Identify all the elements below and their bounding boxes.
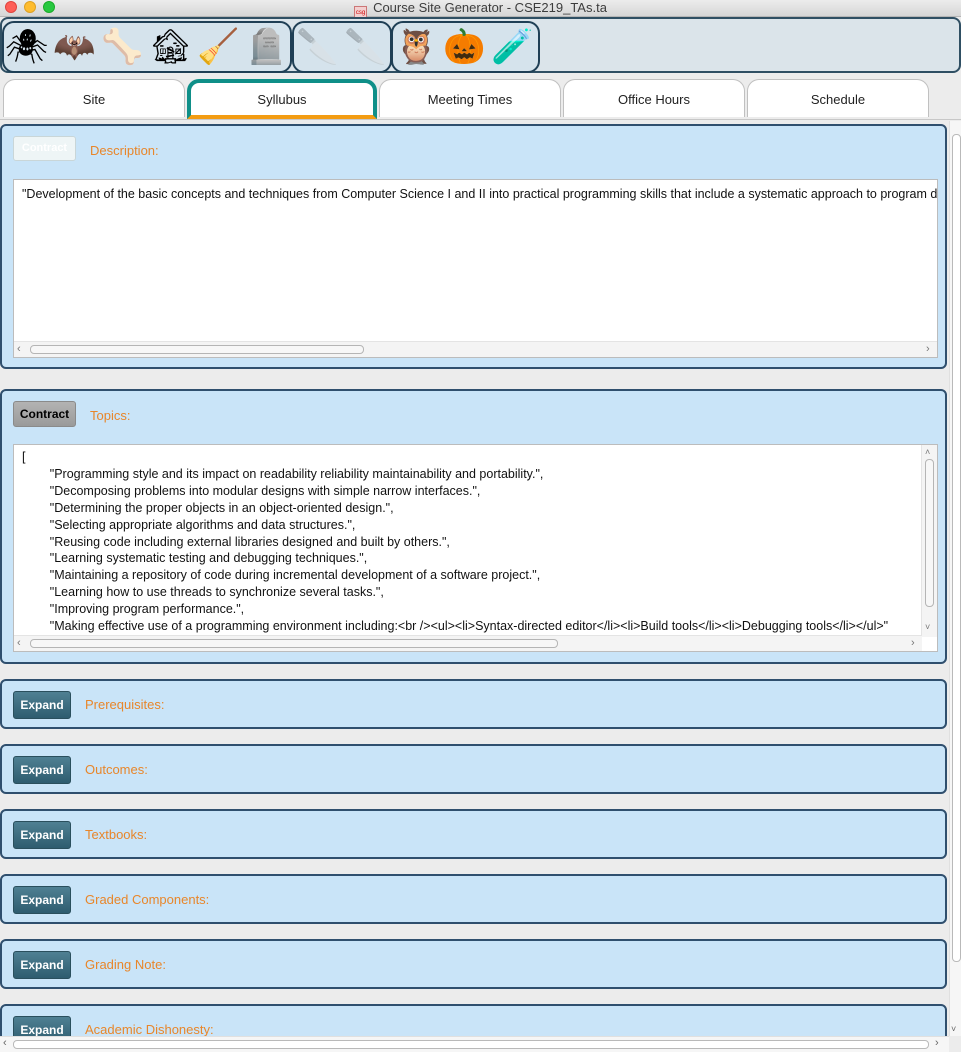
page-hscrollbar[interactable]: ‹ › xyxy=(0,1036,949,1052)
description-label: Description: xyxy=(90,143,159,158)
academic-dishonesty-expand-button[interactable]: Expand xyxy=(13,1016,71,1036)
topics-label: Topics: xyxy=(90,408,131,423)
grading-note-label: Grading Note: xyxy=(85,957,166,972)
page-hscroll-thumb[interactable] xyxy=(13,1040,929,1049)
description-textarea[interactable]: "Development of the basic concepts and t… xyxy=(13,179,938,358)
page-vscroll-thumb[interactable] xyxy=(952,134,961,962)
topics-text: [ "Programming style and its impact on r… xyxy=(22,450,889,634)
bat-icon[interactable]: 🦇 xyxy=(51,23,98,71)
grading-note-expand-button[interactable]: Expand xyxy=(13,951,71,979)
textbooks-section: Expand Textbooks: xyxy=(0,809,947,859)
scroll-down-icon[interactable]: ˅ xyxy=(951,1024,956,1034)
tab-site[interactable]: Site xyxy=(3,79,185,117)
tab-meeting-times[interactable]: Meeting Times xyxy=(379,79,561,117)
scroll-right-icon[interactable]: › xyxy=(911,636,915,650)
graded-components-expand-button[interactable]: Expand xyxy=(13,886,71,914)
toolbar-group-file: 🕷 🦇 🦴 🏚 🧹 🪦 xyxy=(2,21,292,73)
topics-textarea[interactable]: [ "Programming style and its impact on r… xyxy=(13,444,938,652)
cleaver-icon[interactable]: 🔪 xyxy=(342,23,389,71)
page-vscrollbar[interactable]: ˅ xyxy=(949,121,961,1036)
outcomes-section: Expand Outcomes: xyxy=(0,744,947,794)
topics-contract-button[interactable]: Contract xyxy=(13,401,76,427)
bones-icon[interactable]: 🦴 xyxy=(99,23,146,71)
window-titlebar: csg Course Site Generator - CSE219_TAs.ta xyxy=(0,0,961,20)
textbooks-expand-button[interactable]: Expand xyxy=(13,821,71,849)
tab-bar: Site Syllubus Meeting Times Office Hours… xyxy=(0,76,961,120)
topics-vscroll-thumb[interactable] xyxy=(925,459,934,607)
haunted-house-icon[interactable]: 🏚 xyxy=(147,23,194,71)
graded-components-label: Graded Components: xyxy=(85,892,210,907)
owl-icon[interactable]: 🦉 xyxy=(393,23,440,71)
toolbar: 🕷 🦇 🦴 🏚 🧹 🪦 🔪 🔪 🦉 🎃 🧪 xyxy=(0,17,961,73)
description-contract-button[interactable]: Contract xyxy=(13,136,76,161)
description-hscroll-thumb[interactable] xyxy=(30,345,364,354)
scroll-up-icon[interactable]: ˄ xyxy=(925,447,930,457)
scroll-left-icon[interactable]: ‹ xyxy=(17,342,21,356)
scroll-down-icon[interactable]: ˅ xyxy=(925,622,930,632)
academic-dishonesty-label: Academic Dishonesty: xyxy=(85,1022,214,1036)
tab-syllabus[interactable]: Syllubus xyxy=(187,79,377,119)
scroll-right-icon[interactable]: › xyxy=(935,1037,939,1049)
topics-hscroll-thumb[interactable] xyxy=(30,639,558,648)
grading-note-section: Expand Grading Note: xyxy=(0,939,947,989)
cleaver-icon[interactable]: 🔪 xyxy=(294,23,341,71)
topics-vscrollbar[interactable]: ˄ ˅ xyxy=(921,445,937,637)
academic-dishonesty-section: Expand Academic Dishonesty: xyxy=(0,1004,947,1036)
description-text: "Development of the basic concepts and t… xyxy=(22,187,938,201)
prerequisites-section: Expand Prerequisites: xyxy=(0,679,947,729)
broom-icon[interactable]: 🧹 xyxy=(195,23,242,71)
description-hscrollbar[interactable]: ‹ › xyxy=(14,341,937,357)
syllabus-content: Contract Description: "Development of th… xyxy=(0,121,947,1036)
outcomes-label: Outcomes: xyxy=(85,762,148,777)
scroll-right-icon[interactable]: › xyxy=(926,342,930,356)
description-section: Contract Description: "Development of th… xyxy=(0,124,947,369)
prerequisites-label: Prerequisites: xyxy=(85,697,165,712)
scroll-left-icon[interactable]: ‹ xyxy=(3,1037,7,1049)
tab-schedule[interactable]: Schedule xyxy=(747,79,929,117)
pumpkin-icon[interactable]: 🎃 xyxy=(441,23,488,71)
window-title: Course Site Generator - CSE219_TAs.ta xyxy=(373,0,607,15)
tab-office-hours[interactable]: Office Hours xyxy=(563,79,745,117)
toolbar-group-edit: 🔪 🔪 xyxy=(292,21,392,73)
prerequisites-expand-button[interactable]: Expand xyxy=(13,691,71,719)
outcomes-expand-button[interactable]: Expand xyxy=(13,756,71,784)
toolbar-group-help: 🦉 🎃 🧪 xyxy=(391,21,540,73)
scroll-left-icon[interactable]: ‹ xyxy=(17,636,21,650)
topics-section: Contract Topics: [ "Programming style an… xyxy=(0,389,947,664)
tombstone-icon[interactable]: 🪦 xyxy=(243,23,290,71)
graded-components-section: Expand Graded Components: xyxy=(0,874,947,924)
spider-icon[interactable]: 🕷 xyxy=(3,23,50,71)
topics-hscrollbar[interactable]: ‹ › xyxy=(14,635,922,651)
textbooks-label: Textbooks: xyxy=(85,827,148,842)
cauldron-icon[interactable]: 🧪 xyxy=(489,23,536,71)
